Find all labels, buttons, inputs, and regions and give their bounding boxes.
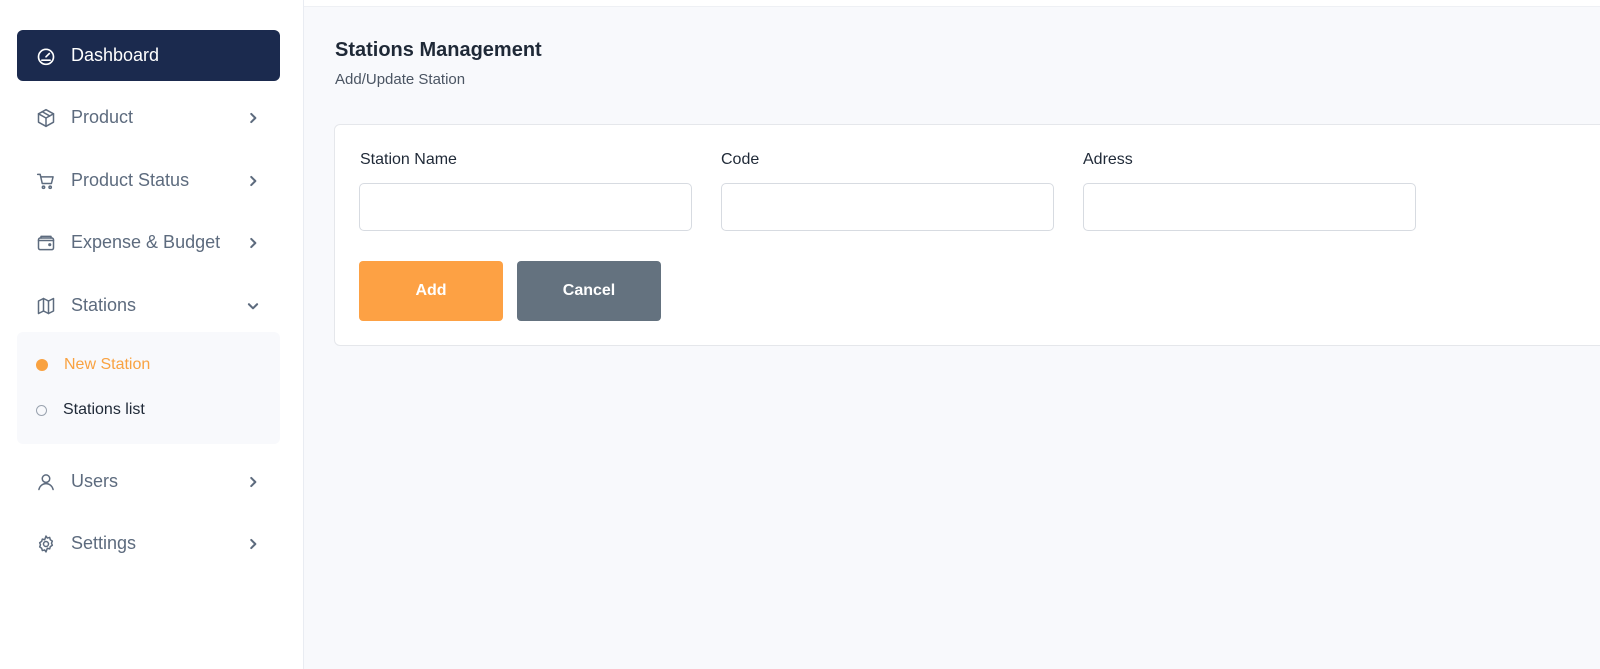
sidebar: Dashboard Product Product Status Expense… [0,0,304,669]
box-icon [35,107,57,129]
address-label: Adress [1083,151,1133,168]
gauge-icon [35,45,57,67]
chevron-right-icon [244,172,262,190]
station-name-label: Station Name [360,151,457,168]
sidebar-item-label: Users [71,471,119,491]
map-icon [35,295,57,317]
chevron-right-icon [244,535,262,553]
sidebar-item-expense-budget[interactable]: Expense & Budget [17,217,280,268]
sidebar-item-label: Dashboard [71,45,160,65]
sidebar-item-label: Product Status [71,170,190,190]
sidebar-item-label: Settings [71,533,137,553]
wallet-icon [35,232,57,254]
sidebar-item-label: Expense & Budget [71,232,221,252]
submenu-item-label: Stations list [63,401,145,418]
code-label: Code [721,151,760,168]
submenu-item-stations-list[interactable]: Stations list [17,393,280,427]
circle-icon [36,404,47,416]
sidebar-item-product[interactable]: Product [17,92,280,143]
sidebar-item-stations[interactable]: Stations [17,280,280,331]
station-name-input[interactable] [359,183,692,231]
app-root: Dashboard Product Product Status Expense… [0,0,1600,669]
sidebar-item-product-status[interactable]: Product Status [17,155,280,206]
cart-icon [35,170,57,192]
sidebar-item-label: Stations [71,295,137,315]
page-title: Stations Management [335,39,542,61]
code-input[interactable] [721,183,1054,231]
submenu-item-new-station[interactable]: New Station [17,348,280,382]
gear-icon [35,533,57,555]
chevron-right-icon [244,473,262,491]
chevron-right-icon [244,109,262,127]
sidebar-item-users[interactable]: Users [17,456,280,507]
top-bar [304,0,1600,7]
chevron-right-icon [244,234,262,252]
sidebar-item-dashboard[interactable]: Dashboard [17,30,280,81]
sidebar-item-settings[interactable]: Settings [17,518,280,569]
cancel-button[interactable]: Cancel [517,261,661,321]
active-dot-icon [36,359,48,371]
submenu-item-label: New Station [64,356,151,373]
user-icon [35,471,57,493]
chevron-down-icon [244,297,262,315]
page-subtitle: Add/Update Station [335,71,466,88]
sidebar-item-label: Product [71,107,134,127]
address-input[interactable] [1083,183,1416,231]
add-button[interactable]: Add [359,261,503,321]
stations-submenu: New Station Stations list [17,332,280,444]
